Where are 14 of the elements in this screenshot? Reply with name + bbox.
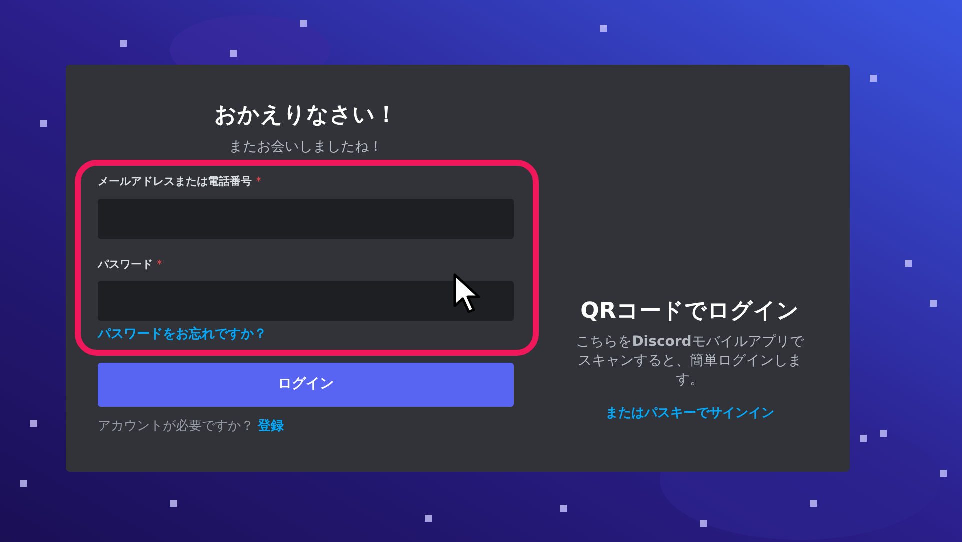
welcome-title: おかえりなさい！: [214, 102, 398, 130]
field-label: パスワード: [98, 256, 153, 272]
forgot-password-link[interactable]: パスワードをお忘れですか？: [98, 325, 267, 344]
login-button[interactable]: ログイン: [98, 362, 514, 406]
field-label: メールアドレスまたは電話番号: [98, 174, 252, 190]
input-field[interactable]: [98, 281, 514, 321]
required-mark: *: [157, 256, 162, 272]
required-mark: *: [256, 174, 262, 190]
register-prompt: アカウントが必要ですか？: [98, 418, 254, 436]
qr-description: こちらをDiscordモバイルアプリでスキャンすると、簡単ログインします。: [575, 333, 806, 390]
passkey-link[interactable]: またはパスキーでサインイン: [606, 404, 774, 424]
register-link[interactable]: 登録: [258, 416, 284, 436]
qr-login-title: QRコードでログイン: [580, 298, 800, 326]
welcome-subtitle: またお会いしましたね！: [229, 138, 383, 157]
